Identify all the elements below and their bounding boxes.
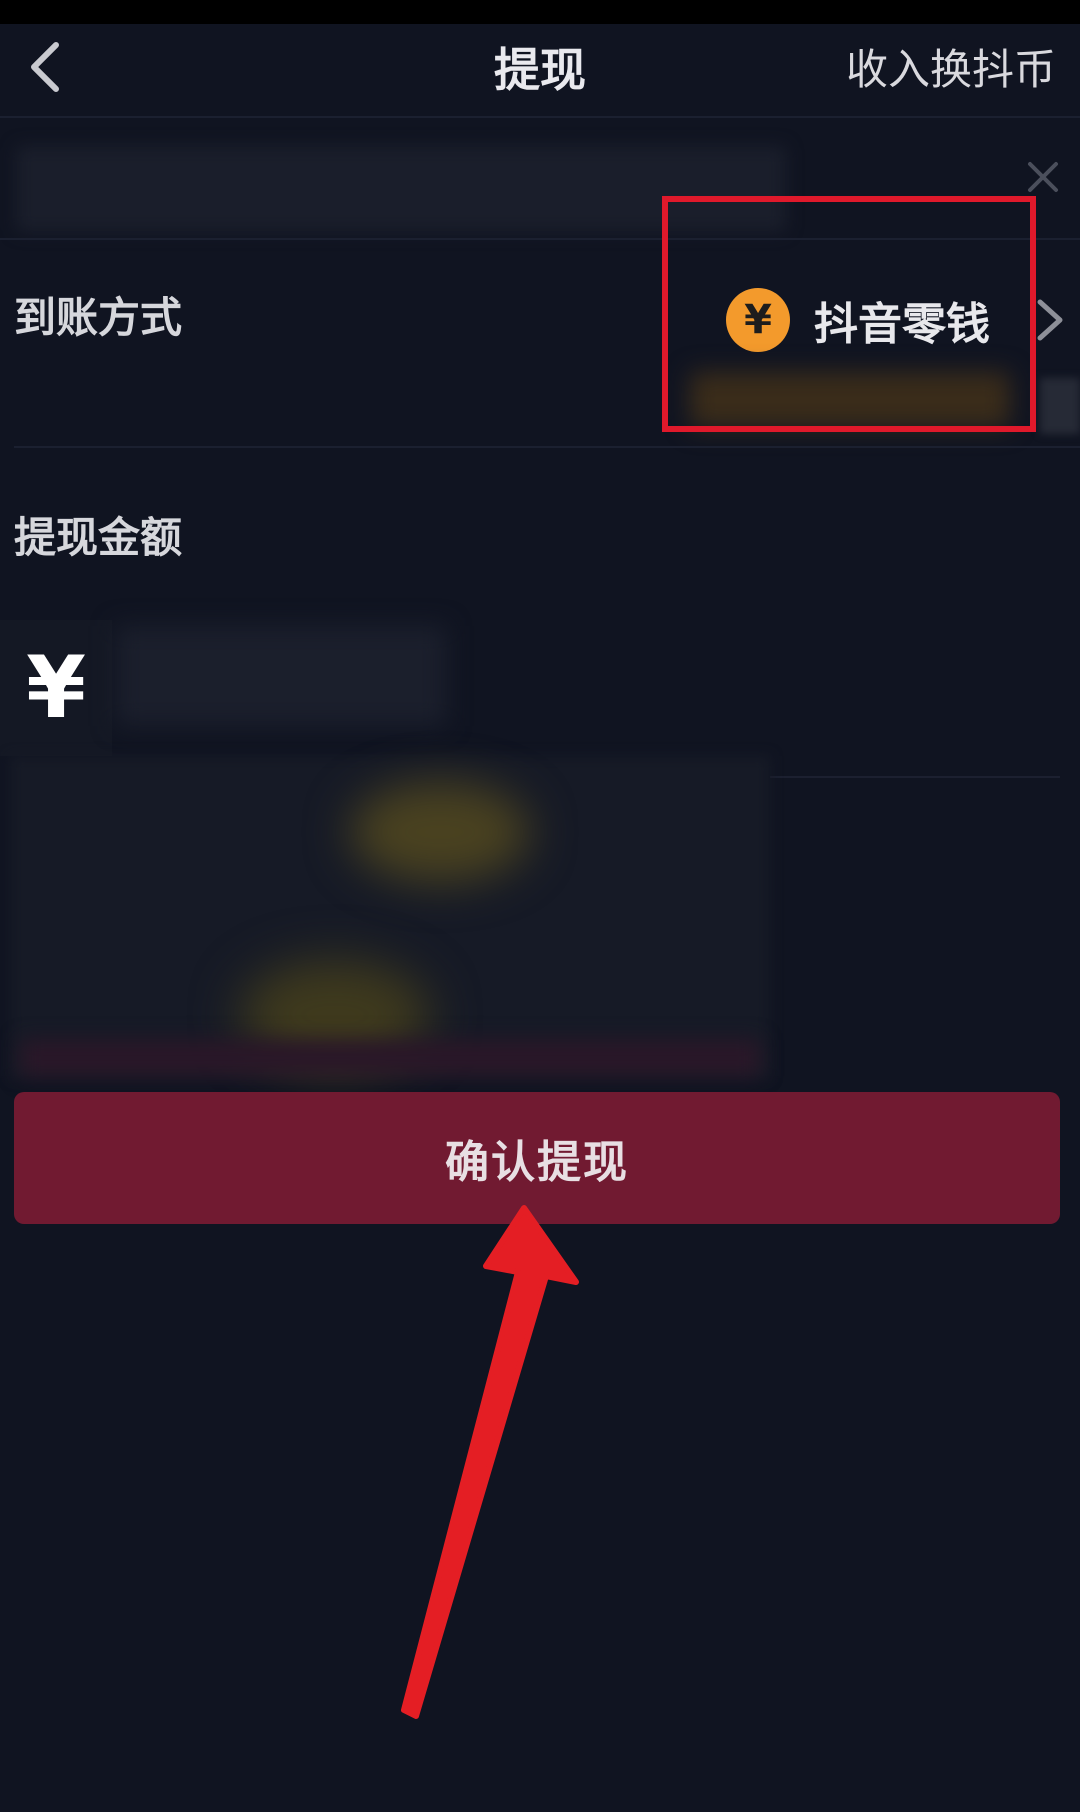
amount-input[interactable] [116,626,446,726]
annotation-arrow [401,1205,579,1719]
blurred-strip [20,1040,760,1076]
amount-underline [770,776,1060,778]
chevron-right-icon [1037,299,1063,341]
blurred-highlight [350,782,530,882]
annotation-highlight-box [662,196,1036,432]
status-bar [0,0,1080,24]
currency-sign-box: ¥ [0,620,112,756]
payout-method-chevron[interactable] [1034,296,1066,344]
currency-sign: ¥ [26,638,86,738]
exchange-coins-link[interactable]: 收入换抖币 [846,24,1056,116]
top-navigation-bar: 提现 收入换抖币 [0,24,1080,116]
blurred-edge [1040,378,1080,434]
header-divider [0,116,1080,118]
clear-button[interactable] [1022,156,1064,198]
payout-method-label: 到账方式 [14,293,183,342]
annotation-arrow-shape [401,1205,579,1719]
method-divider [14,446,1080,448]
amount-label: 提现金额 [14,513,183,562]
close-icon [1028,162,1058,192]
